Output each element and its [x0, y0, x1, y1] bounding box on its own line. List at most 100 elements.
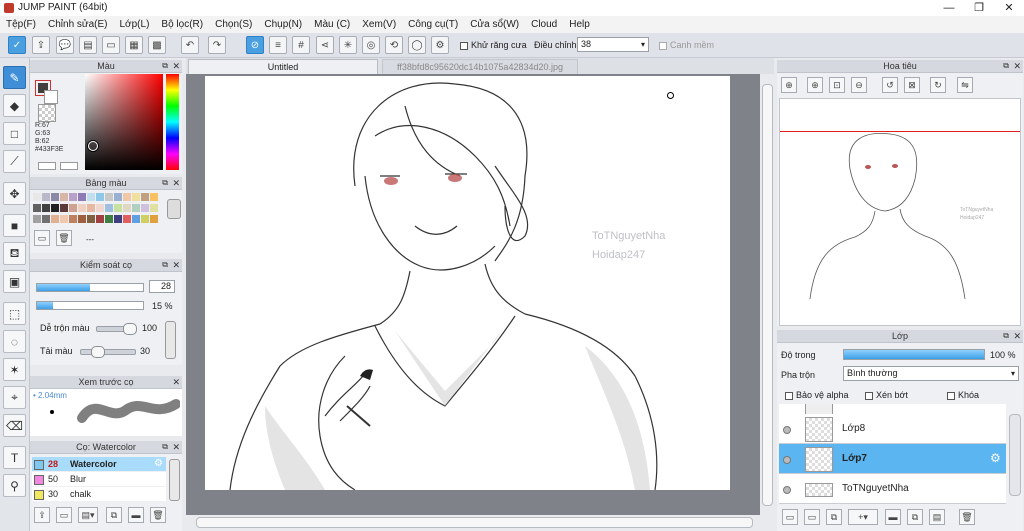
lock-checkbox[interactable]: Khóa — [947, 390, 979, 400]
load-slider-knob[interactable] — [91, 346, 106, 358]
settings-icon[interactable]: ⚙ — [431, 36, 449, 54]
layer-list-scrollbar[interactable] — [1009, 414, 1021, 496]
palette-swatch[interactable] — [96, 204, 104, 212]
brush-list-scrollbar[interactable] — [169, 459, 180, 501]
rectangle-tool-icon[interactable]: □ — [3, 122, 26, 145]
palette-swatch[interactable] — [69, 204, 77, 212]
sub-color-swatch[interactable] — [44, 90, 58, 104]
grid-snap-icon[interactable]: # — [292, 36, 310, 54]
layer-copy-icon[interactable]: ⧉ — [826, 509, 842, 525]
trash-icon[interactable]: 🗑 — [56, 230, 72, 246]
rotate-right-icon[interactable]: ↻ — [930, 77, 946, 93]
trash-icon[interactable]: 🗑 — [150, 507, 166, 523]
drawing-canvas[interactable]: ToTNguyetNha Hoidap247 — [205, 76, 730, 490]
new-brush-icon[interactable]: ▭ — [56, 507, 72, 523]
palette-swatch[interactable] — [141, 204, 149, 212]
palette-swatch[interactable] — [123, 193, 131, 201]
close-icon[interactable]: ✕ — [1013, 330, 1021, 342]
color-mode-button[interactable] — [38, 162, 56, 170]
redo-icon[interactable]: ↷ — [208, 36, 226, 54]
palette-swatch[interactable] — [123, 215, 131, 223]
dock-icon[interactable]: ⧉ — [162, 441, 168, 453]
layer-blend-select[interactable]: Bình thường ▾ — [843, 366, 1019, 381]
gradient-tool-icon[interactable]: ▣ — [3, 270, 26, 293]
palette-swatch[interactable] — [132, 193, 140, 201]
palette-swatch[interactable] — [132, 204, 140, 212]
perspective-icon[interactable]: ⋖ — [316, 36, 334, 54]
menu-color[interactable]: Màu (C) — [308, 16, 356, 33]
palette-swatch[interactable] — [105, 215, 113, 223]
menu-cloud[interactable]: Cloud — [525, 16, 563, 33]
menu-select[interactable]: Chọn(S) — [209, 16, 258, 33]
palette-swatch[interactable] — [51, 215, 59, 223]
merge-layer-icon[interactable]: ⧉ — [907, 509, 923, 525]
palette-swatch[interactable] — [123, 204, 131, 212]
lasso-icon[interactable]: ◌ — [3, 330, 26, 353]
grid-layout-icon[interactable]: ▩ — [148, 36, 166, 54]
menu-window[interactable]: Cửa sổ(W) — [464, 16, 525, 33]
palette-swatch[interactable] — [105, 204, 113, 212]
palette-swatch[interactable] — [132, 215, 140, 223]
layer-item-totnguyetnha[interactable]: ToTNguyetNha — [779, 474, 1006, 504]
brush-item-blur[interactable]: 50 Blur — [32, 472, 166, 486]
palette-swatch[interactable] — [42, 204, 50, 212]
close-icon[interactable]: ✕ — [172, 60, 180, 72]
reset-view-icon[interactable]: ⊠ — [904, 77, 920, 93]
palette-swatch[interactable] — [33, 215, 41, 223]
palette-swatch[interactable] — [141, 193, 149, 201]
close-icon[interactable]: ✕ — [172, 376, 180, 388]
dock-icon[interactable]: ⧉ — [162, 60, 168, 72]
layer-item-lop7[interactable]: Lớp7 ⚙ — [779, 444, 1006, 474]
dock-icon[interactable]: ⧉ — [1003, 330, 1009, 342]
palette-swatch[interactable] — [141, 215, 149, 223]
palette-swatch[interactable] — [105, 193, 113, 201]
palette-swatch[interactable] — [78, 193, 86, 201]
add-layer-menu-icon[interactable]: +▾ — [848, 509, 878, 525]
tab-image-file[interactable]: ff38bfd8c95620dc14b1075a42834d20.jpg — [382, 59, 578, 74]
palette-swatch[interactable] — [78, 204, 86, 212]
menu-view[interactable]: Xem(V) — [356, 16, 402, 33]
zoom-actual-icon[interactable]: ⊡ — [829, 77, 845, 93]
palette-swatch[interactable] — [114, 215, 122, 223]
brush-item-chalk[interactable]: 30 chalk — [32, 487, 166, 501]
palette-swatch[interactable] — [96, 193, 104, 201]
select-pen-icon[interactable]: ⌖ — [3, 386, 26, 409]
zoom-in-icon[interactable]: ⊕ — [807, 77, 823, 93]
brush-tool-icon[interactable]: ✎ — [3, 66, 26, 89]
brush-opacity-bar[interactable] — [36, 301, 144, 310]
menu-layer[interactable]: Lớp(L) — [114, 16, 156, 33]
parallel-lines-icon[interactable]: ≡ — [269, 36, 287, 54]
canvas-horizontal-scrollbar[interactable] — [186, 515, 760, 529]
new-layer-icon[interactable]: ▭ — [782, 509, 798, 525]
new-page-icon[interactable]: ▭ — [34, 230, 50, 246]
palette-scrollbar[interactable] — [167, 199, 181, 219]
palette-swatch[interactable] — [60, 204, 68, 212]
menu-capture[interactable]: Chụp(N) — [258, 16, 308, 33]
flip-horizontal-icon[interactable]: ⇋ — [957, 77, 973, 93]
palette-swatch[interactable] — [42, 215, 50, 223]
blend-slider-knob[interactable] — [123, 323, 137, 335]
radial-icon[interactable]: ✳ — [339, 36, 357, 54]
visibility-eye-icon[interactable] — [783, 456, 791, 464]
pages-icon[interactable]: ▦ — [125, 36, 143, 54]
maximize-button[interactable]: ❐ — [964, 0, 994, 16]
palette-swatch[interactable] — [114, 204, 122, 212]
palette-swatch[interactable] — [87, 204, 95, 212]
curve-icon[interactable]: ⟲ — [385, 36, 403, 54]
close-icon[interactable]: ✕ — [172, 177, 180, 189]
tab-untitled[interactable]: Untitled — [188, 59, 378, 74]
rotate-left-icon[interactable]: ↺ — [882, 77, 898, 93]
antialias-checkbox[interactable]: Khử răng cưa — [460, 40, 527, 50]
horizontal-scroll-thumb[interactable] — [196, 517, 753, 528]
magic-wand-icon[interactable]: ✶ — [3, 358, 26, 381]
brush-size-input[interactable]: 28 — [149, 280, 175, 293]
eraser-tool-icon[interactable]: ◆ — [3, 94, 26, 117]
soft-snap-checkbox[interactable]: Canh mềm — [659, 40, 714, 50]
line-tool-icon[interactable]: ⟋ — [3, 150, 26, 173]
trash-icon[interactable]: 🗑 — [959, 509, 975, 525]
undo-icon[interactable]: ↶ — [181, 36, 199, 54]
palette-swatch[interactable] — [33, 204, 41, 212]
load-slider[interactable] — [80, 346, 136, 358]
visibility-eye-icon[interactable] — [783, 426, 791, 434]
menu-edit[interactable]: Chỉnh sửa(E) — [42, 16, 114, 33]
